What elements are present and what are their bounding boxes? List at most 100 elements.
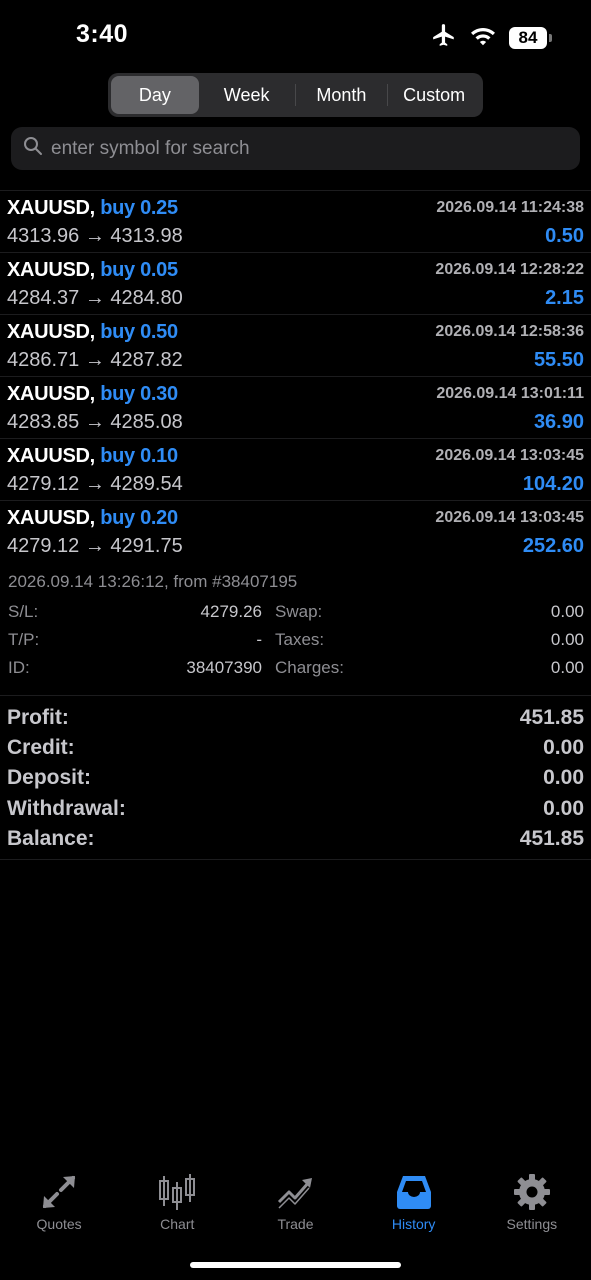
deal-row[interactable]: XAUUSD, buy 0.50 2026.09.14 12:58:36 428… (0, 315, 591, 377)
profit-label: Profit: (7, 706, 69, 729)
deal-row[interactable]: XAUUSD, buy 0.10 2026.09.14 13:03:45 427… (0, 439, 591, 501)
tab-history[interactable]: History (355, 1160, 473, 1240)
balance-label: Balance: (7, 827, 95, 850)
deal-profit: 36.90 (533, 411, 584, 433)
sl-label: S/L: (8, 602, 39, 621)
id-value: 38407390 (186, 658, 262, 677)
deal-row-selected[interactable]: XAUUSD, buy 0.20 2026.09.14 13:03:45 427… (0, 501, 591, 563)
tp-value: - (256, 630, 262, 649)
deal-symbol: XAUUSD, (7, 259, 95, 281)
deal-prices: 4279.12 → 4291.75 (7, 535, 183, 557)
period-segmented-control: Day Week Month Custom (108, 73, 483, 117)
summary-row-withdrawal: Withdrawal: 0.00 (0, 797, 591, 827)
deal-symbol: XAUUSD, (7, 507, 95, 529)
deal-symbol: XAUUSD, (7, 383, 95, 405)
detail-row: S/L: 4279.26 Swap: 0.00 (0, 602, 591, 626)
deal-time: 2026.09.14 13:03:45 (435, 509, 584, 526)
battery-indicator: 84 (509, 26, 552, 49)
summary-row-balance: Balance: 451.85 (0, 827, 591, 857)
tab-label: Chart (160, 1216, 195, 1232)
deal-side: buy 0.50 (100, 321, 178, 343)
tp-label: T/P: (8, 630, 40, 649)
deal-side: buy 0.30 (100, 383, 178, 405)
deal-time: 2026.09.14 12:58:36 (435, 323, 584, 340)
deal-side: buy 0.05 (100, 259, 178, 281)
taxes-value: 0.00 (550, 630, 584, 649)
deal-row[interactable]: XAUUSD, buy 0.05 2026.09.14 12:28:22 428… (0, 253, 591, 315)
airplane-icon (431, 22, 457, 53)
deal-prices: 4313.96 → 4313.98 (7, 225, 183, 247)
home-indicator[interactable] (190, 1262, 401, 1268)
deal-details-header: 2026.09.14 13:26:12, from #38407195 (8, 572, 298, 591)
deal-row[interactable]: XAUUSD, buy 0.30 2026.09.14 13:01:11 428… (0, 377, 591, 439)
tab-label: Quotes (36, 1216, 82, 1232)
inbox-icon (396, 1176, 431, 1209)
deal-details: 2026.09.14 13:26:12, from #38407195 S/L:… (0, 564, 591, 696)
candlestick-icon (159, 1174, 196, 1210)
deal-profit: 252.60 (522, 535, 584, 557)
deal-profit: 0.50 (545, 225, 584, 247)
deal-row[interactable]: XAUUSD, buy 0.25 2026.09.14 11:24:38 431… (0, 191, 591, 253)
summary-row-credit: Credit: 0.00 (0, 736, 591, 766)
deal-prices: 4286.71 → 4287.82 (7, 349, 183, 371)
deal-symbol: XAUUSD, (7, 445, 95, 467)
sl-value: 4279.26 (200, 602, 262, 621)
profit-value: 451.85 (519, 706, 584, 729)
tab-settings[interactable]: Settings (473, 1160, 591, 1240)
status-icons: 84 (431, 22, 552, 53)
deal-prices: 4279.12 → 4289.54 (7, 473, 183, 495)
status-bar: 3:40 84 (0, 0, 591, 70)
tab-bar: Quotes Chart Trade History Settings (0, 1160, 591, 1240)
trade-icon (278, 1178, 313, 1209)
quotes-icon (43, 1176, 76, 1208)
gear-icon (513, 1174, 550, 1210)
account-summary: Profit: 451.85 Credit: 0.00 Deposit: 0.0… (0, 702, 591, 860)
deal-side: buy 0.10 (100, 445, 178, 467)
tab-trade[interactable]: Trade (236, 1160, 354, 1240)
taxes-label: Taxes: (275, 630, 325, 649)
deal-symbol: XAUUSD, (7, 321, 95, 343)
deal-side: buy 0.25 (100, 197, 178, 219)
deal-profit: 104.20 (522, 473, 584, 495)
status-time: 3:40 (76, 20, 129, 48)
withdrawal-label: Withdrawal: (7, 797, 126, 820)
detail-row: T/P: - Taxes: 0.00 (0, 630, 591, 654)
swap-label: Swap: (275, 602, 323, 621)
search-input[interactable] (51, 137, 551, 160)
segment-custom[interactable]: Custom (388, 76, 480, 114)
tab-quotes[interactable]: Quotes (0, 1160, 118, 1240)
deal-time: 2026.09.14 12:28:22 (435, 261, 584, 278)
credit-label: Credit: (7, 736, 75, 759)
deal-profit: 55.50 (533, 349, 584, 371)
deal-side: buy 0.20 (100, 507, 178, 529)
balance-value: 451.85 (519, 827, 584, 850)
search-bar[interactable] (11, 127, 580, 170)
tab-chart[interactable]: Chart (118, 1160, 236, 1240)
deposit-value: 0.00 (543, 766, 584, 789)
tab-label: Settings (506, 1216, 558, 1232)
segment-month[interactable]: Month (296, 76, 388, 114)
credit-value: 0.00 (543, 736, 584, 759)
deposit-label: Deposit: (7, 766, 91, 789)
swap-value: 0.00 (550, 602, 584, 621)
deal-profit: 2.15 (545, 287, 584, 309)
deal-symbol: XAUUSD, (7, 197, 95, 219)
deal-time: 2026.09.14 13:01:11 (436, 385, 584, 402)
withdrawal-value: 0.00 (543, 797, 584, 820)
deals-list: XAUUSD, buy 0.25 2026.09.14 11:24:38 431… (0, 190, 591, 563)
detail-row: ID: 38407390 Charges: 0.00 (0, 658, 591, 682)
search-icon (23, 136, 43, 161)
charges-value: 0.00 (550, 658, 584, 677)
deal-time: 2026.09.14 11:24:38 (436, 199, 584, 216)
tab-label: Trade (277, 1216, 314, 1232)
tab-label: History (391, 1216, 436, 1232)
deal-time: 2026.09.14 13:03:45 (435, 447, 584, 464)
segment-day[interactable]: Day (111, 76, 199, 114)
summary-row-profit: Profit: 451.85 (0, 706, 591, 736)
charges-label: Charges: (275, 658, 344, 677)
deal-prices: 4284.37 → 4284.80 (7, 287, 183, 309)
segment-week[interactable]: Week (199, 76, 295, 114)
wifi-icon (469, 24, 497, 51)
id-label: ID: (8, 658, 30, 677)
summary-row-deposit: Deposit: 0.00 (0, 766, 591, 796)
